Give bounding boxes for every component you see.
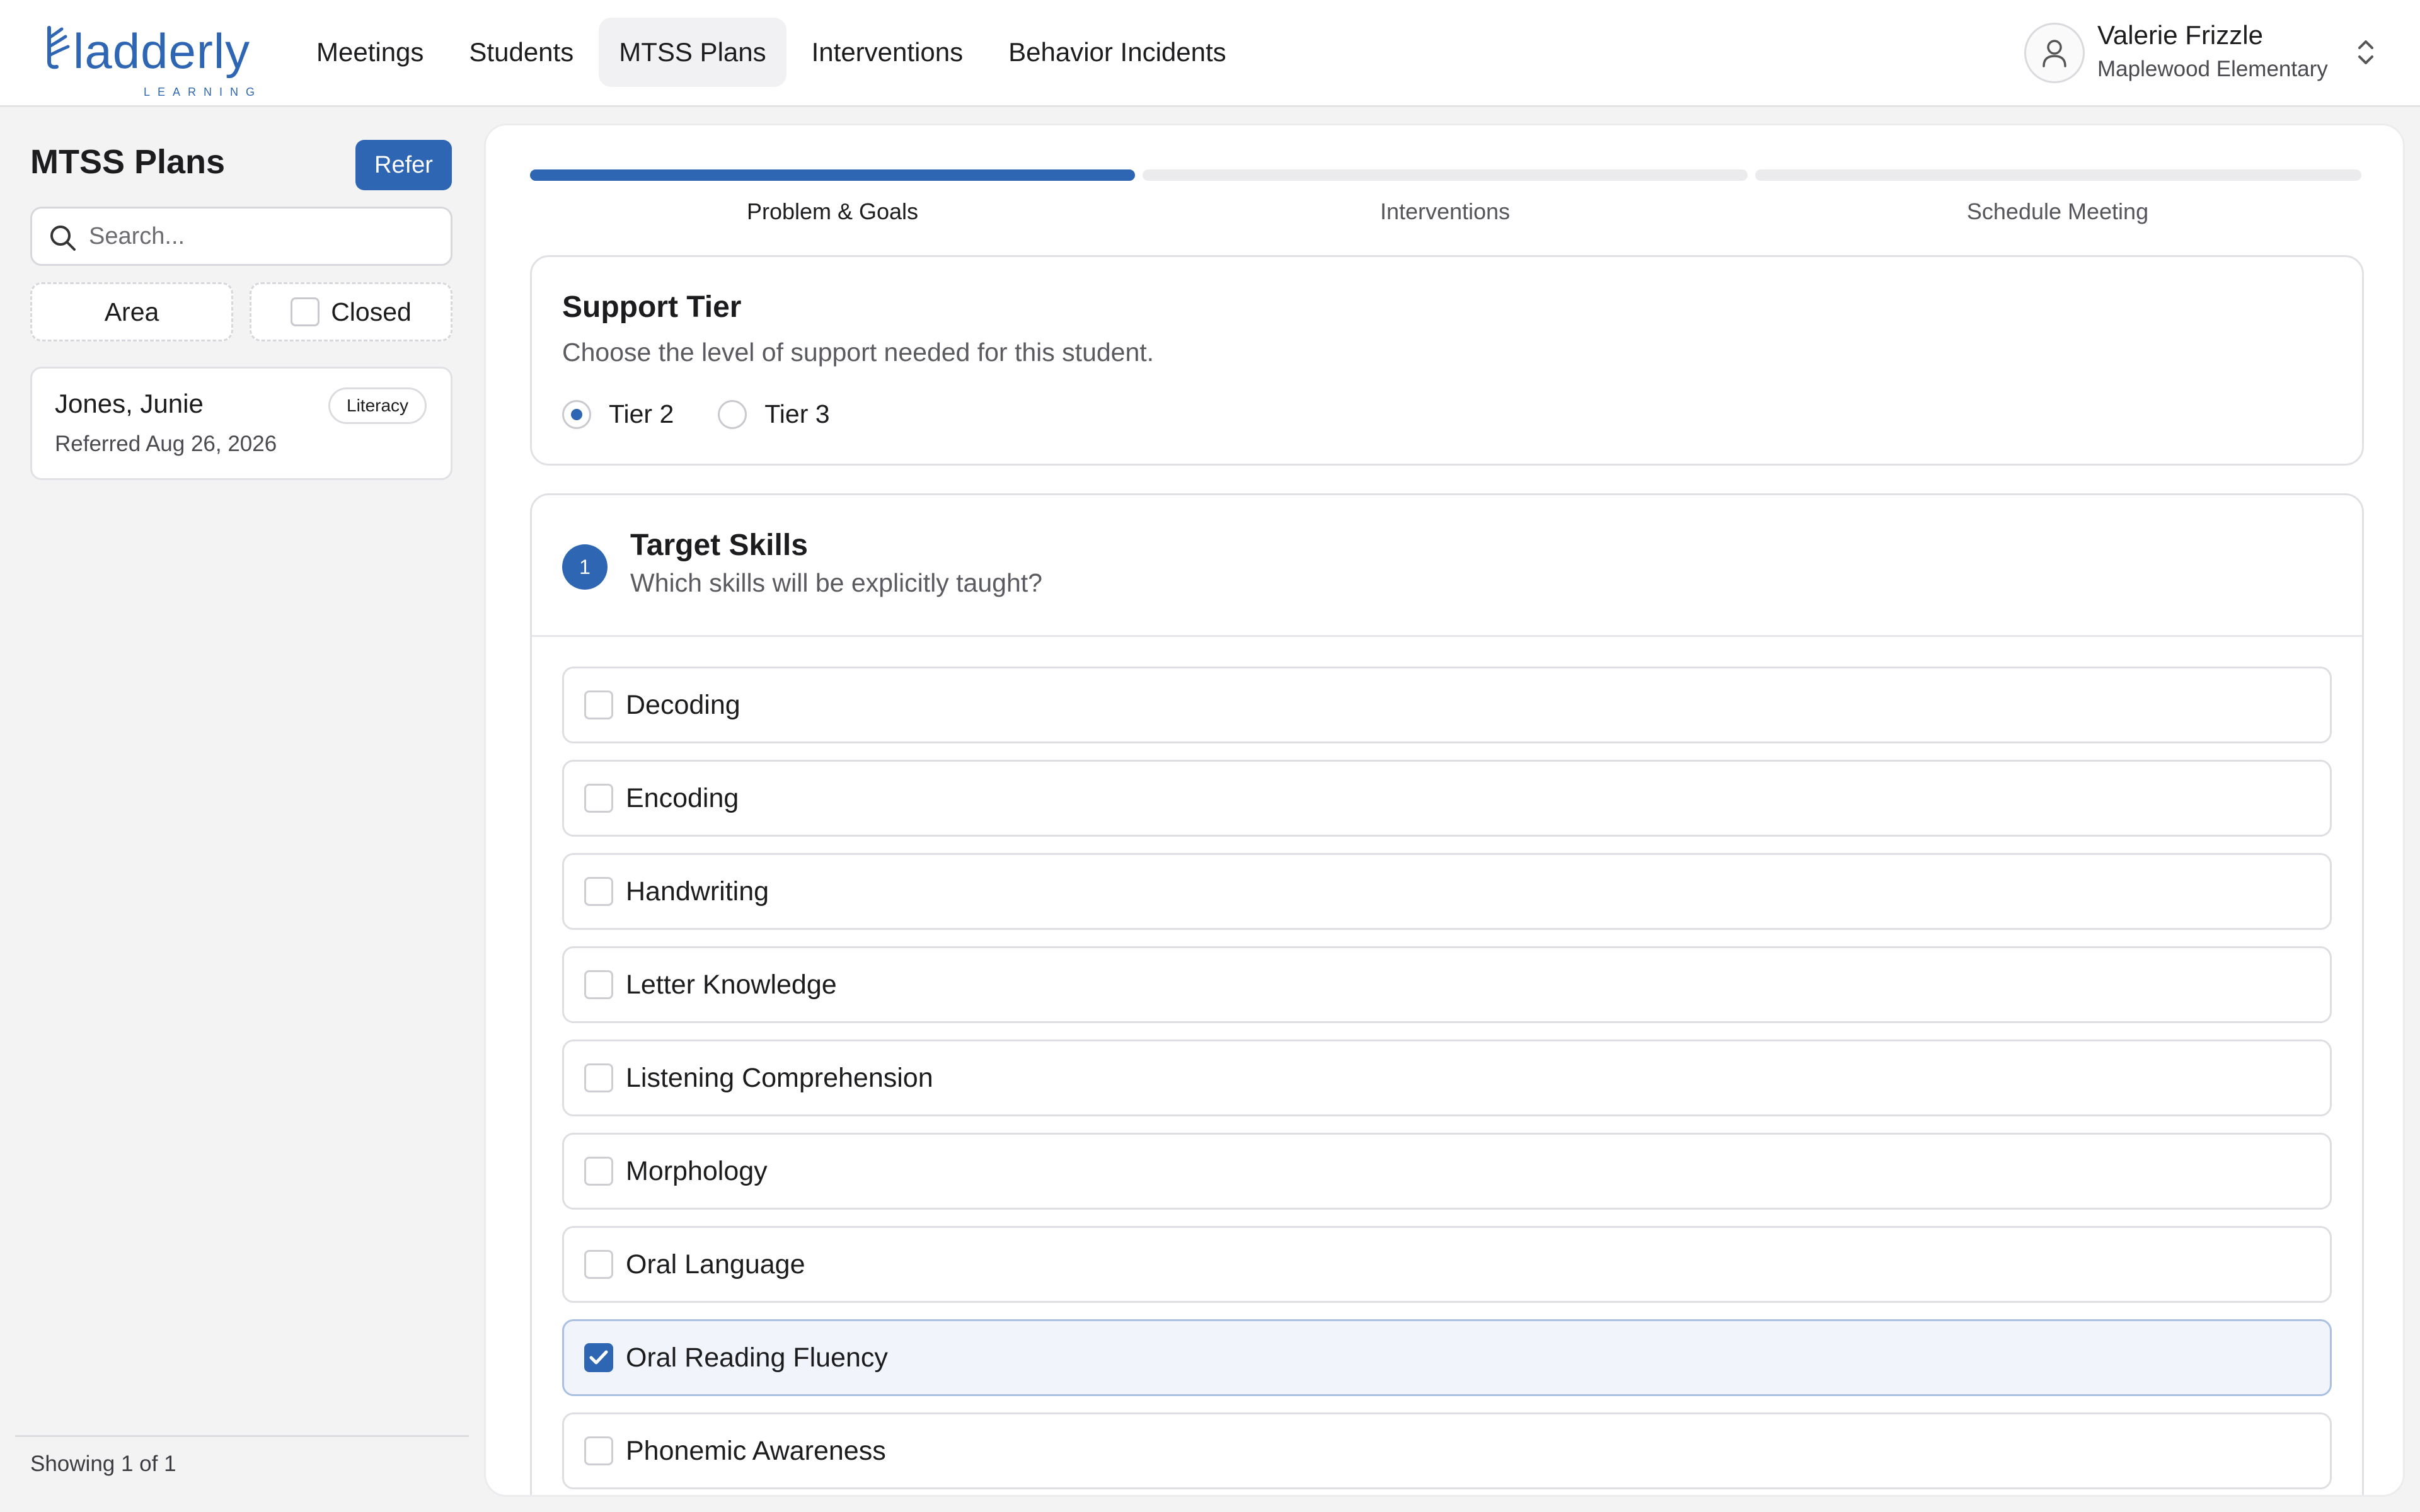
plan-area-badge: Literacy	[328, 387, 427, 424]
user-icon	[2043, 40, 2066, 67]
brand-tagline: LEARNING	[144, 86, 263, 98]
skill-checkbox[interactable]	[584, 877, 613, 906]
tier-3-radio[interactable]: Tier 3	[718, 399, 830, 429]
step-progress-bar-1	[530, 169, 1135, 181]
skill-checkbox[interactable]	[584, 1436, 613, 1465]
nav-mtss-plans[interactable]: MTSS Plans	[599, 18, 786, 87]
target-skills-title: Target Skills	[630, 529, 808, 562]
tier-3-label: Tier 3	[764, 399, 830, 428]
skill-checkbox[interactable]	[584, 690, 613, 719]
search-box	[30, 207, 452, 266]
sidebar-divider	[15, 1435, 469, 1437]
radio-dot[interactable]	[562, 399, 591, 429]
skill-label: Listening Comprehension	[626, 1063, 933, 1093]
nav-interventions[interactable]: Interventions	[792, 18, 983, 87]
support-tier-title: Support Tier	[562, 290, 742, 324]
user-school: Maplewood Elementary	[2097, 57, 2328, 81]
skill-checkbox[interactable]	[584, 1250, 613, 1279]
skill-label: Decoding	[626, 690, 740, 720]
skill-label: Oral Reading Fluency	[626, 1343, 888, 1373]
chevron-up-down-icon[interactable]	[2354, 37, 2377, 68]
ladder-icon	[47, 26, 70, 69]
closed-filter-label: Closed	[331, 297, 412, 326]
skill-checkbox[interactable]	[584, 784, 613, 813]
skill-option-handwriting[interactable]: Handwriting	[562, 853, 2332, 930]
skill-option-encoding[interactable]: Encoding	[562, 760, 2332, 837]
plan-list-item[interactable]: Jones, Junie Literacy Referred Aug 26, 2…	[30, 367, 452, 480]
step-progress-fill	[530, 169, 1135, 181]
closed-checkbox[interactable]	[291, 297, 320, 326]
results-count: Showing 1 of 1	[30, 1452, 176, 1476]
plan-referred-date: Referred Aug 26, 2026	[55, 432, 277, 456]
user-name: Valerie Frizzle	[2097, 20, 2263, 50]
section-step-number: 1	[562, 544, 608, 590]
plan-editor-panel: Problem & Goals Interventions Schedule M…	[484, 123, 2405, 1497]
sidebar: MTSS Plans Refer Area Closed Jones, Juni…	[0, 107, 484, 1512]
logo-wordmark: ladderly	[43, 23, 250, 79]
user-menu[interactable]: Valerie Frizzle Maplewood Elementary	[2024, 20, 2377, 86]
checkmark-icon	[589, 1350, 608, 1365]
target-skills-description: Which skills will be explicitly taught?	[630, 568, 1042, 597]
top-navbar: ladderly LEARNING Meetings Students MTSS…	[0, 0, 2420, 107]
refer-button[interactable]: Refer	[355, 140, 452, 190]
step-progress-bar-3	[1755, 169, 2361, 181]
ladderly-logo[interactable]: ladderly LEARNING	[43, 23, 257, 98]
skill-label: Handwriting	[626, 876, 769, 907]
main-nav: Meetings Students MTSS Plans Interventio…	[296, 18, 1247, 87]
area-filter-button[interactable]: Area	[30, 282, 233, 341]
step-problem-goals[interactable]: Problem & Goals	[530, 198, 1135, 225]
target-skills-card: 1 Target Skills Which skills will be exp…	[530, 493, 2364, 1495]
step-interventions[interactable]: Interventions	[1143, 198, 1748, 225]
sidebar-title: MTSS Plans	[30, 143, 226, 181]
search-icon	[50, 226, 76, 251]
section-divider	[532, 635, 2362, 637]
plan-student-name: Jones, Junie	[55, 389, 204, 418]
nav-meetings[interactable]: Meetings	[296, 18, 444, 87]
skill-option-decoding[interactable]: Decoding	[562, 667, 2332, 743]
support-tier-description: Choose the level of support needed for t…	[562, 338, 1155, 367]
skill-label: Phonemic Awareness	[626, 1436, 886, 1466]
tier-radio-group: Tier 2 Tier 3	[562, 399, 830, 429]
skill-option-morphology[interactable]: Morphology	[562, 1133, 2332, 1210]
skill-option-phonemic-awareness[interactable]: Phonemic Awareness	[562, 1412, 2332, 1489]
skill-label: Oral Language	[626, 1249, 805, 1280]
support-tier-card: Support Tier Choose the level of support…	[530, 255, 2364, 466]
tier-2-label: Tier 2	[609, 399, 674, 428]
skill-option-oral-language[interactable]: Oral Language	[562, 1226, 2332, 1303]
nav-students[interactable]: Students	[449, 18, 594, 87]
radio-dot[interactable]	[718, 399, 747, 429]
skill-checkbox[interactable]	[584, 1157, 613, 1186]
brand-name: ladderly	[73, 23, 251, 79]
skill-label: Encoding	[626, 783, 739, 813]
avatar	[2024, 23, 2085, 83]
skill-label: Morphology	[626, 1156, 768, 1186]
closed-filter-toggle[interactable]: Closed	[250, 282, 452, 341]
skill-option-listening-comprehension[interactable]: Listening Comprehension	[562, 1040, 2332, 1116]
skill-option-letter-knowledge[interactable]: Letter Knowledge	[562, 946, 2332, 1023]
skill-checkbox[interactable]	[584, 970, 613, 999]
skill-checkbox[interactable]	[584, 1063, 613, 1092]
nav-behavior-incidents[interactable]: Behavior Incidents	[988, 18, 1247, 87]
skill-option-oral-reading-fluency[interactable]: Oral Reading Fluency	[562, 1319, 2332, 1396]
skill-checkbox[interactable]	[584, 1343, 613, 1372]
step-progress-bar-2	[1143, 169, 1748, 181]
step-schedule-meeting[interactable]: Schedule Meeting	[1755, 198, 2360, 225]
tier-2-radio[interactable]: Tier 2	[562, 399, 674, 429]
skill-label: Letter Knowledge	[626, 970, 837, 1000]
search-input[interactable]	[89, 209, 442, 264]
